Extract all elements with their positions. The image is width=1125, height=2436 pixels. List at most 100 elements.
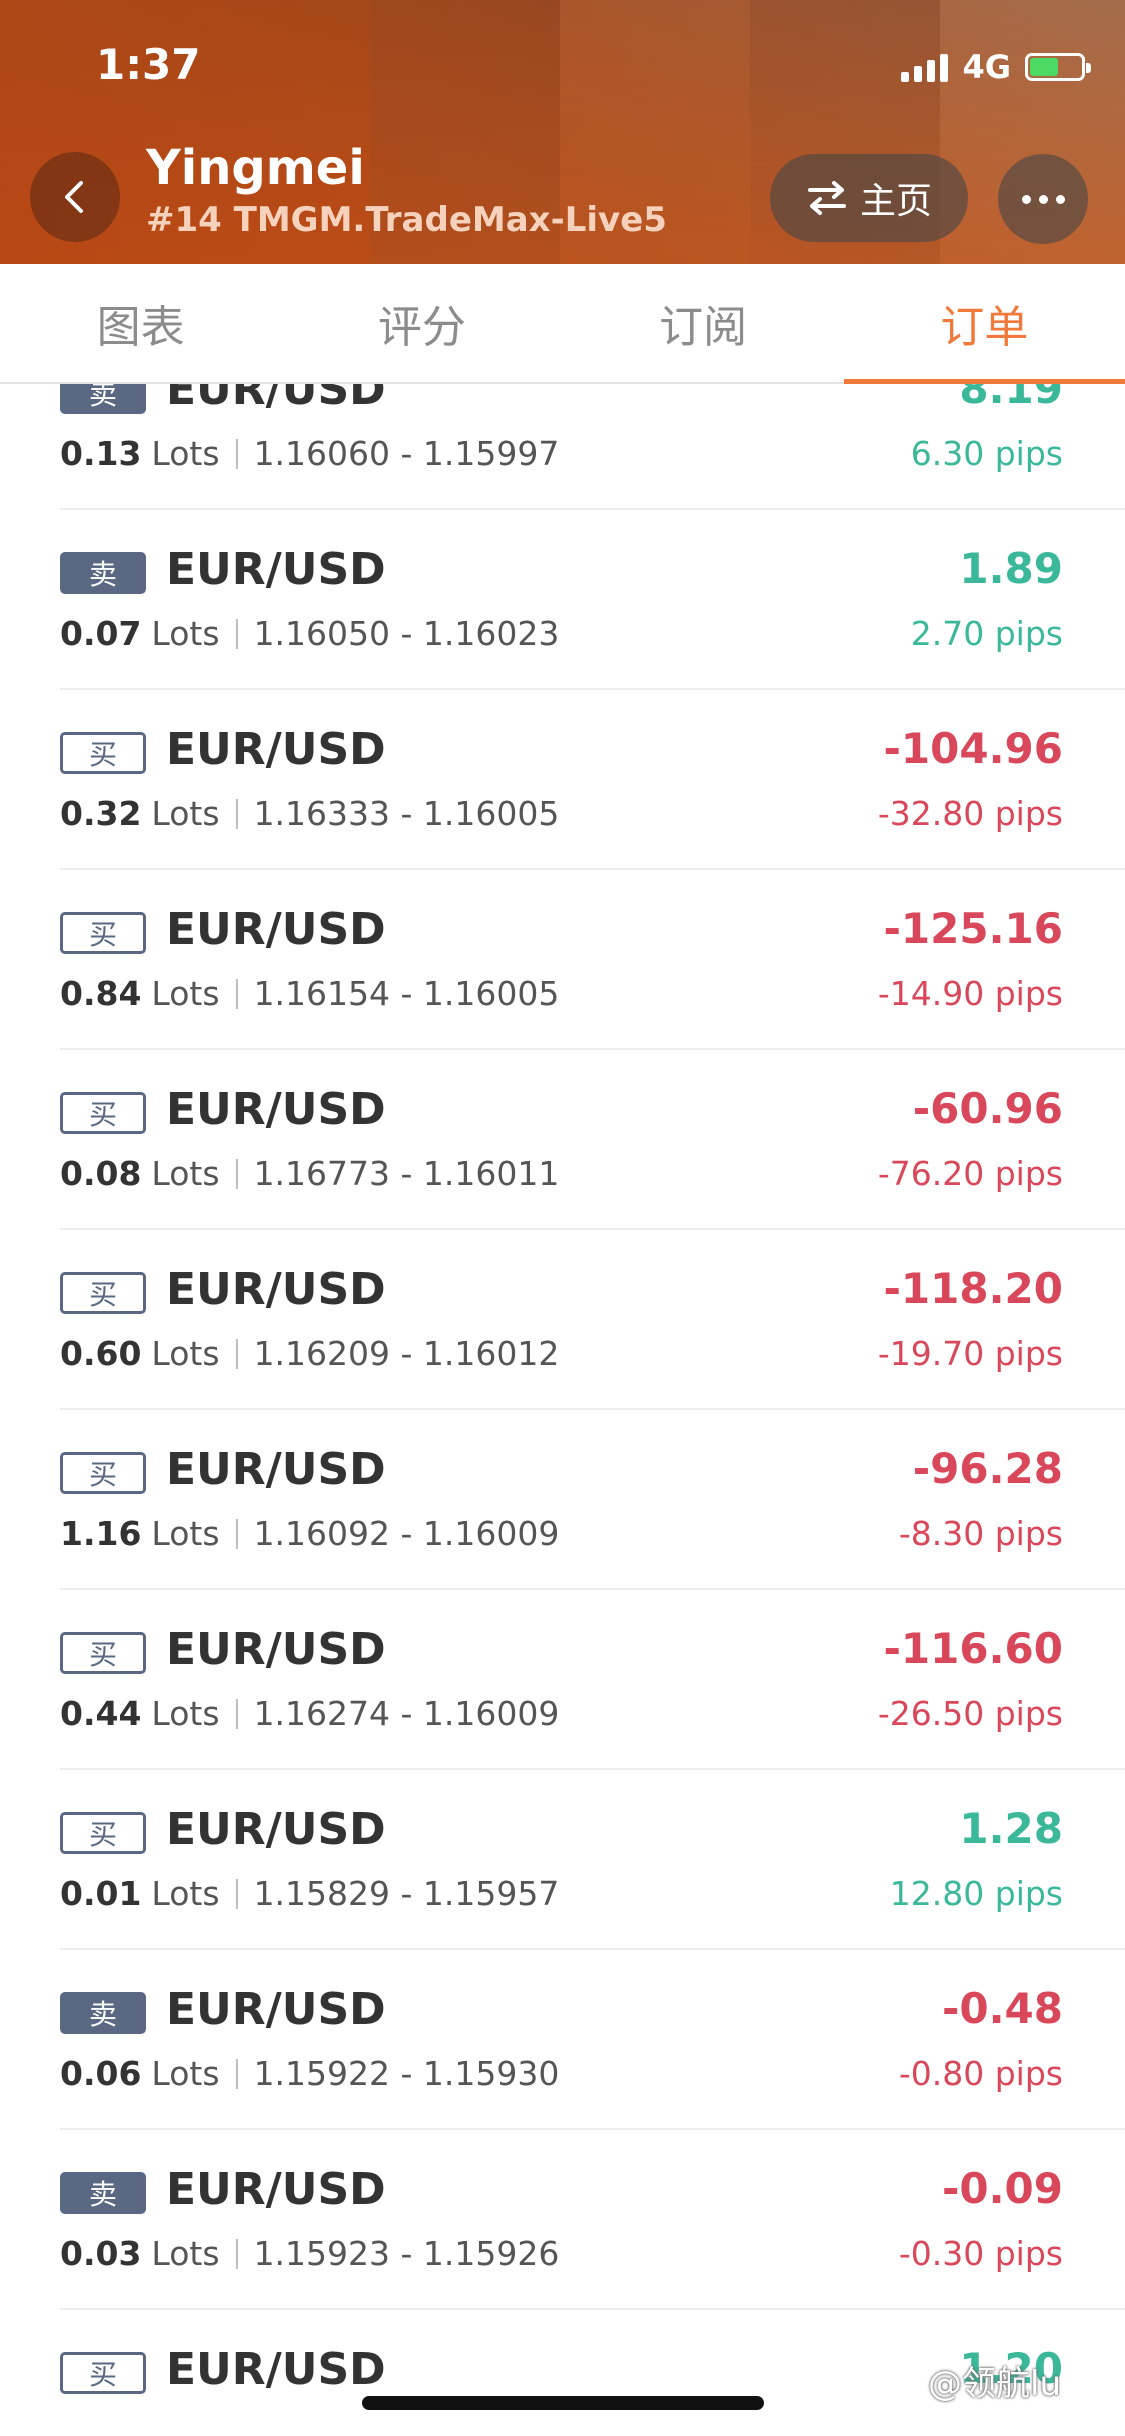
battery-icon [1025, 53, 1091, 81]
meta-divider [235, 2058, 238, 2089]
order-row[interactable]: 买 EUR/USD 0.60 Lots 1.16209 - 1.16012 -1… [60, 1230, 1125, 1410]
order-symbol: EUR/USD [166, 1444, 386, 1495]
tab-rating[interactable]: 评分 [281, 264, 562, 382]
order-lots-label: Lots [151, 1154, 220, 1193]
order-meta: 0.03 Lots 1.15923 - 1.15926 [60, 2234, 559, 2273]
order-meta: 0.84 Lots 1.16154 - 1.16005 [60, 974, 559, 1013]
order-row[interactable]: 买 EUR/USD 0.01 Lots 1.15829 - 1.15957 1.… [60, 1770, 1125, 1950]
order-meta: 0.32 Lots 1.16333 - 1.16005 [60, 794, 559, 833]
order-symbol: EUR/USD [166, 724, 386, 775]
order-meta: 0.01 Lots 1.15829 - 1.15957 [60, 1874, 559, 1913]
side-badge: 买 [60, 1632, 146, 1674]
order-row[interactable]: 买 EUR/USD 0.84 Lots 1.16154 - 1.16005 -1… [60, 870, 1125, 1050]
side-badge: 买 [60, 2352, 146, 2394]
order-lots: 0.07 [60, 614, 142, 653]
order-row[interactable]: 卖 EUR/USD 0.03 Lots 1.15923 - 1.15926 -0… [60, 2130, 1125, 2310]
chevron-left-icon [65, 181, 83, 213]
order-meta: 0.13 Lots 1.16060 - 1.15997 [60, 434, 559, 473]
order-lots-label: Lots [151, 1694, 220, 1733]
order-price-range: 1.16773 - 1.16011 [253, 1154, 560, 1193]
meta-divider [235, 978, 238, 1009]
order-symbol: EUR/USD [166, 904, 386, 955]
order-lots-label: Lots [151, 1874, 220, 1913]
order-symbol: EUR/USD [166, 1084, 386, 1135]
side-badge: 卖 [60, 552, 146, 594]
order-profit: -116.60 [883, 1624, 1063, 1673]
order-profit: -0.09 [941, 2164, 1063, 2213]
order-lots: 0.08 [60, 1154, 142, 1193]
side-badge: 买 [60, 1272, 146, 1314]
more-icon [1021, 194, 1031, 204]
order-profit: -0.48 [941, 1984, 1063, 2033]
order-symbol: EUR/USD [166, 1264, 386, 1315]
side-badge: 买 [60, 1092, 146, 1134]
order-meta: 1.16 Lots 1.16092 - 1.16009 [60, 1514, 559, 1553]
order-row[interactable]: 卖 EUR/USD 0.07 Lots 1.16050 - 1.16023 1.… [60, 510, 1125, 690]
watermark: @领航lu [928, 2356, 1061, 2405]
order-profit: -125.16 [883, 904, 1063, 953]
home-button[interactable]: 主页 [770, 154, 968, 242]
order-pips: -8.30 pips [898, 1514, 1063, 1553]
order-meta: 0.60 Lots 1.16209 - 1.16012 [60, 1334, 559, 1373]
side-badge: 买 [60, 1812, 146, 1854]
order-profit: -60.96 [912, 1084, 1063, 1133]
network-type: 4G [962, 48, 1011, 86]
meta-divider [235, 1518, 238, 1549]
order-pips: 12.80 pips [889, 1874, 1063, 1913]
meta-divider [235, 1698, 238, 1729]
trader-name: Yingmei [146, 140, 365, 196]
tab-orders[interactable]: 订单 [843, 264, 1125, 384]
back-button[interactable] [30, 152, 120, 242]
order-row[interactable]: 买 EUR/USD 0.44 Lots 1.16274 - 1.16009 -1… [60, 1590, 1125, 1770]
order-row[interactable]: 卖 EUR/USD 0.06 Lots 1.15922 - 1.15930 -0… [60, 1950, 1125, 2130]
signal-icon [901, 52, 949, 82]
order-row[interactable]: 买 EUR/USD 0.32 Lots 1.16333 - 1.16005 -1… [60, 690, 1125, 870]
order-pips: -76.20 pips [877, 1154, 1063, 1193]
order-price-range: 1.15922 - 1.15930 [253, 2054, 560, 2093]
status-time: 1:37 [96, 40, 201, 89]
tab-chart[interactable]: 图表 [0, 264, 281, 382]
order-pips: -19.70 pips [877, 1334, 1063, 1373]
order-lots: 0.06 [60, 2054, 142, 2093]
order-meta: 0.07 Lots 1.16050 - 1.16023 [60, 614, 559, 653]
order-pips: 6.30 pips [910, 434, 1063, 473]
tab-bar: 图表 评分 订阅 订单 [0, 264, 1125, 384]
order-symbol: EUR/USD [166, 2164, 386, 2215]
order-meta: 0.08 Lots 1.16773 - 1.16011 [60, 1154, 559, 1193]
order-lots: 0.44 [60, 1694, 142, 1733]
meta-divider [235, 1158, 238, 1189]
order-profit: -96.28 [912, 1444, 1063, 1493]
home-indicator [362, 2396, 764, 2410]
tab-subscribe[interactable]: 订阅 [563, 264, 844, 382]
side-badge: 买 [60, 732, 146, 774]
more-button[interactable] [998, 154, 1088, 244]
order-lots: 0.01 [60, 1874, 142, 1913]
order-symbol: EUR/USD [166, 2344, 386, 2395]
order-meta: 0.44 Lots 1.16274 - 1.16009 [60, 1694, 559, 1733]
order-lots: 0.03 [60, 2234, 142, 2273]
order-lots: 1.16 [60, 1514, 142, 1553]
order-row[interactable]: 买 EUR/USD 1.16 Lots 1.16092 - 1.16009 -9… [60, 1410, 1125, 1590]
orders-list[interactable]: 卖 EUR/USD 0.13 Lots 1.16060 - 1.15997 8.… [0, 384, 1125, 2436]
status-indicators: 4G [901, 48, 1091, 86]
order-row[interactable]: 卖 EUR/USD 0.13 Lots 1.16060 - 1.15997 8.… [60, 384, 1125, 510]
order-pips: -0.30 pips [898, 2234, 1063, 2273]
watermark-text: @领航lu [928, 2364, 1061, 2404]
trader-account: #14 TMGM.TradeMax-Live5 [146, 200, 667, 240]
order-price-range: 1.16274 - 1.16009 [253, 1694, 560, 1733]
order-row[interactable]: 买 EUR/USD 0.08 Lots 1.16773 - 1.16011 -6… [60, 1050, 1125, 1230]
order-lots-label: Lots [151, 1514, 220, 1553]
meta-divider [235, 1878, 238, 1909]
order-price-range: 1.16050 - 1.16023 [253, 614, 560, 653]
order-lots-label: Lots [151, 614, 220, 653]
order-price-range: 1.15829 - 1.15957 [253, 1874, 560, 1913]
order-profit: 8.19 [959, 384, 1063, 413]
order-pips: -32.80 pips [877, 794, 1063, 833]
home-button-label: 主页 [859, 181, 932, 222]
meta-divider [235, 438, 238, 469]
order-symbol: EUR/USD [166, 1624, 386, 1675]
meta-divider [235, 2238, 238, 2269]
order-lots-label: Lots [151, 2234, 220, 2273]
order-profit: 1.28 [959, 1804, 1063, 1853]
order-symbol: EUR/USD [166, 1984, 386, 2035]
